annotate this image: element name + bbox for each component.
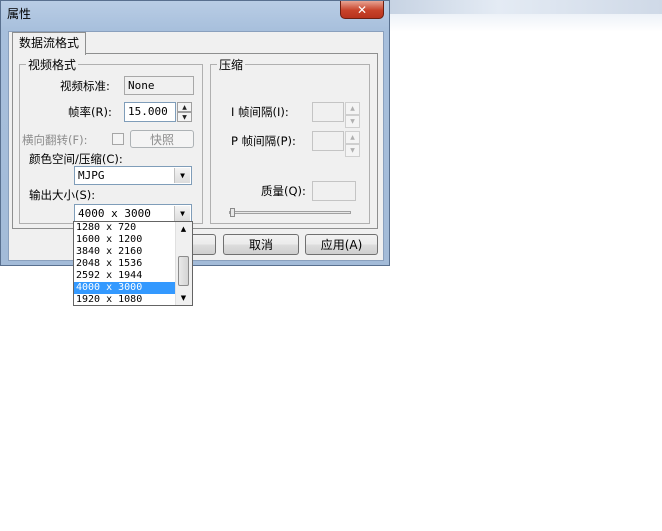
spin-down-icon[interactable]: ▼ — [345, 144, 360, 157]
video-format-group: 视频格式 视频标准: None 帧率(R): 15.000 ▲ ▼ 横向翻转(F… — [19, 56, 203, 224]
pframe-interval-spinner[interactable]: ▲ ▼ — [345, 131, 360, 157]
scroll-thumb[interactable] — [178, 256, 189, 286]
title-bar[interactable]: 属性 ✕ — [1, 1, 389, 25]
video-standard-label: 视频标准: — [60, 79, 110, 93]
output-size-dropdown-list[interactable]: 1280 x 720 1600 x 1200 3840 x 2160 2048 x 1… — [73, 221, 193, 306]
chevron-down-icon[interactable]: ▼ — [174, 168, 190, 183]
cancel-button[interactable]: 取消 — [223, 234, 299, 255]
scroll-down-icon[interactable]: ▼ — [176, 291, 191, 305]
pframe-interval-input[interactable] — [312, 131, 344, 151]
tab-stream-format[interactable]: 数据流格式 — [12, 32, 87, 55]
spin-down-icon[interactable]: ▼ — [345, 115, 360, 128]
colorspace-select[interactable]: MJPG ▼ — [74, 166, 192, 185]
properties-dialog: 属性 ✕ 数据流格式 视频格式 视频标准: None 帧率(R): 15.000… — [0, 0, 390, 266]
compression-group: 压缩 I 帧间隔(I): ▲ ▼ P 帧间隔(P): ▲ ▼ 质量(Q): — [210, 56, 370, 224]
close-icon: ✕ — [356, 2, 368, 17]
quality-slider-track[interactable] — [229, 211, 351, 214]
colorspace-label: 颜色空间/压缩(C): — [29, 152, 123, 166]
quality-slider-thumb[interactable] — [230, 208, 235, 217]
spin-up-icon[interactable]: ▲ — [177, 102, 192, 112]
dropdown-scrollbar[interactable]: ▲ ▼ — [175, 222, 192, 305]
spin-up-icon[interactable]: ▲ — [345, 131, 360, 144]
iframe-interval-spinner[interactable]: ▲ ▼ — [345, 102, 360, 128]
background-window-strip — [390, 0, 662, 14]
compression-title: 压缩 — [217, 56, 246, 73]
pframe-interval-label: P 帧间隔(P): — [231, 134, 296, 148]
snapshot-button[interactable]: 快照 — [130, 130, 194, 148]
colorspace-value: MJPG — [78, 169, 105, 182]
close-button[interactable]: ✕ — [340, 1, 384, 19]
iframe-interval-label: I 帧间隔(I): — [231, 105, 289, 119]
flip-checkbox[interactable] — [112, 133, 124, 145]
spin-down-icon[interactable]: ▼ — [177, 112, 192, 122]
output-size-label: 输出大小(S): — [29, 188, 96, 202]
video-standard-field: None — [124, 76, 194, 95]
video-format-title: 视频格式 — [26, 56, 79, 73]
dialog-client-area: 数据流格式 视频格式 视频标准: None 帧率(R): 15.000 ▲ ▼ … — [8, 31, 384, 261]
apply-button[interactable]: 应用(A) — [305, 234, 378, 255]
quality-label: 质量(Q): — [261, 184, 306, 198]
framerate-input[interactable]: 15.000 — [124, 102, 176, 122]
background-window-header — [390, 14, 662, 32]
flip-label: 横向翻转(F): — [22, 133, 88, 147]
iframe-interval-input[interactable] — [312, 102, 344, 122]
dialog-title: 属性 — [7, 7, 32, 21]
tab-panel: 视频格式 视频标准: None 帧率(R): 15.000 ▲ ▼ 横向翻转(F… — [12, 53, 378, 229]
spin-up-icon[interactable]: ▲ — [345, 102, 360, 115]
quality-input[interactable] — [312, 181, 356, 201]
framerate-spinner[interactable]: ▲ ▼ — [177, 102, 192, 122]
scroll-up-icon[interactable]: ▲ — [176, 222, 191, 236]
framerate-label: 帧率(R): — [68, 105, 112, 119]
output-size-value: 4000 x 3000 — [78, 207, 151, 220]
chevron-down-icon[interactable]: ▼ — [174, 206, 190, 221]
